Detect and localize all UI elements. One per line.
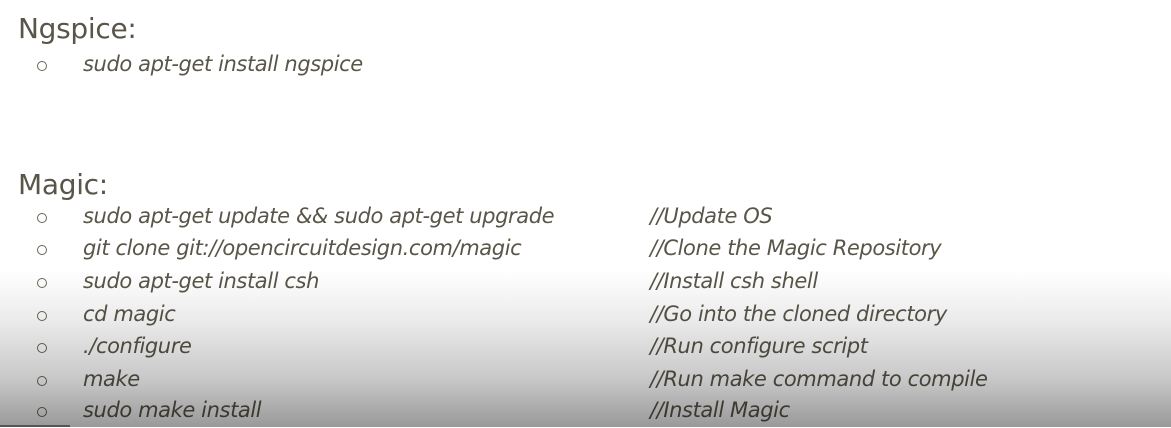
command-text: ./configure: [83, 334, 192, 358]
bullet-circle-icon: [37, 61, 47, 71]
list-item: make //Run make command to compile: [0, 367, 1171, 397]
bullet-circle-icon: [37, 376, 47, 386]
bullet-circle-icon: [37, 407, 47, 417]
comment-text: //Run configure script: [650, 334, 868, 358]
comment-text: //Install csh shell: [650, 269, 818, 293]
bullet-circle-icon: [37, 343, 47, 353]
heading-ngspice: Ngspice:: [18, 12, 137, 45]
list-item: cd magic //Go into the cloned directory: [0, 302, 1171, 332]
command-text: sudo make install: [83, 398, 262, 422]
list-item: git clone git://opencircuitdesign.com/ma…: [0, 236, 1171, 266]
bullet-circle-icon: [37, 278, 47, 288]
comment-text: //Run make command to compile: [650, 367, 988, 391]
heading-magic: Magic:: [18, 168, 108, 201]
command-text: git clone git://opencircuitdesign.com/ma…: [83, 236, 522, 260]
command-text: sudo apt-get install ngspice: [83, 52, 363, 76]
list-item: sudo make install //Install Magic: [0, 398, 1171, 428]
comment-text: //Update OS: [650, 204, 773, 228]
comment-text: //Clone the Magic Repository: [650, 236, 942, 260]
command-text: make: [83, 367, 140, 391]
command-text: cd magic: [83, 302, 176, 326]
list-item: sudo apt-get install csh //Install csh sh…: [0, 269, 1171, 299]
list-item: sudo apt-get update && sudo apt-get upgr…: [0, 204, 1171, 234]
command-text: sudo apt-get update && sudo apt-get upgr…: [83, 204, 555, 228]
bullet-circle-icon: [37, 311, 47, 321]
command-text: sudo apt-get install csh: [83, 269, 320, 293]
bullet-circle-icon: [37, 245, 47, 255]
bullet-circle-icon: [37, 213, 47, 223]
list-item: sudo apt-get install ngspice: [0, 52, 1171, 82]
comment-text: //Install Magic: [650, 398, 790, 422]
comment-text: //Go into the cloned directory: [650, 302, 947, 326]
list-item: ./configure //Run configure script: [0, 334, 1171, 364]
